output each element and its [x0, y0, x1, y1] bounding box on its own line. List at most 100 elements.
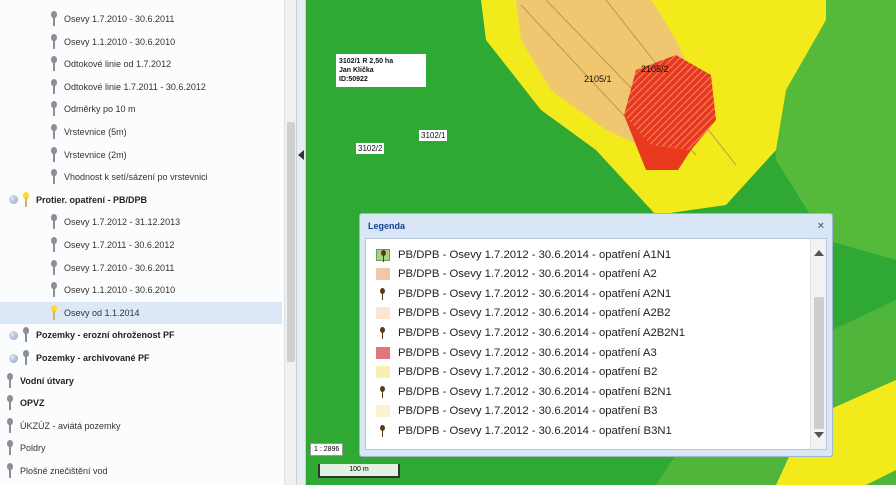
layer-pin-icon[interactable] [6, 463, 14, 479]
tree-item[interactable]: ÚKZÚZ - aviátá pozemky [0, 415, 282, 437]
legend-item-label: PB/DPB - Osevy 1.7.2012 - 30.6.2014 - op… [398, 366, 658, 379]
legend-header[interactable]: Legenda × [360, 214, 832, 238]
parcel-label-3102-1: 3102/1 [419, 130, 448, 141]
parcel-label-2105-2: 2105/2 [641, 64, 669, 74]
layer-pin-icon[interactable] [50, 124, 58, 140]
tree-item[interactable]: Pozemky - archivované PF [0, 347, 282, 369]
expand-icon[interactable] [9, 330, 18, 340]
layer-pin-icon[interactable] [50, 101, 58, 117]
layer-tree-panel: Osevy 1.7.2010 - 30.6.2011 Osevy 1.1.2010… [0, 0, 296, 485]
layer-pin-icon[interactable] [50, 237, 58, 253]
tree-item-label: ÚKZÚZ - aviátá pozemky [20, 420, 121, 431]
legend-item-label: PB/DPB - Osevy 1.7.2012 - 30.6.2014 - op… [398, 287, 672, 300]
tree-item[interactable]: Vodní útvary [0, 370, 282, 392]
legend-item: PB/DPB - Osevy 1.7.2012 - 30.6.2014 - op… [376, 402, 657, 421]
expand-icon[interactable] [9, 195, 18, 205]
legend-item-label: PB/DPB - Osevy 1.7.2012 - 30.6.2014 - op… [398, 346, 657, 359]
pin-icon [376, 248, 390, 262]
layer-pin-icon[interactable] [50, 259, 58, 276]
tree-item-label: Osevy 1.7.2010 - 30.6.2011 [64, 14, 175, 24]
legend-item-label: PB/DPB - Osevy 1.7.2012 - 30.6.2014 - op… [398, 268, 657, 281]
legend-scrollbar-thumb[interactable] [814, 297, 824, 429]
tree-item[interactable]: Vrstevnice (2m) [0, 144, 282, 166]
layer-pin-icon[interactable] [50, 11, 58, 27]
layer-tree-scrollbar[interactable] [284, 0, 296, 485]
layer-pin-icon[interactable] [22, 350, 30, 366]
legend-title: Legenda [368, 221, 406, 231]
tree-item-label: Odměrky po 10 m [64, 104, 136, 115]
tree-item-label: Osevy 1.1.2010 - 30.6.2010 [64, 285, 176, 296]
layer-pin-icon[interactable] [6, 440, 14, 456]
parcel-info-line: 3102/1 R 2,50 ha [339, 58, 394, 65]
tree-item-label: Odtokové linie od 1.7.2012 [64, 59, 172, 70]
layer-pin-icon[interactable] [50, 304, 58, 321]
tree-item-label: Pozemky - archivované PF [36, 353, 150, 363]
scroll-down-icon[interactable] [814, 432, 824, 438]
tree-item[interactable]: Vrstevnice (5m) [0, 121, 282, 143]
legend-item: PB/DPB - Osevy 1.7.2012 - 30.6.2014 - op… [376, 323, 685, 342]
tree-item[interactable]: OPVZ [0, 392, 282, 414]
layer-pin-icon[interactable] [6, 372, 14, 389]
layer-pin-icon[interactable] [50, 169, 58, 185]
legend-item-label: PB/DPB - Osevy 1.7.2012 - 30.6.2014 - op… [398, 385, 672, 398]
legend-item: PB/DPB - Osevy 1.7.2012 - 30.6.2014 - op… [376, 421, 672, 440]
tree-item[interactable]: Odtokové linie od 1.7.2012 [0, 53, 282, 75]
legend-scrollbar[interactable] [810, 239, 826, 449]
pin-icon [376, 424, 390, 437]
layer-pin-icon[interactable] [6, 417, 14, 434]
tree-item-label: Osevy 1.7.2010 - 30.6.2011 [64, 262, 175, 273]
legend-item: PB/DPB - Osevy 1.7.2012 - 30.6.2014 - op… [376, 382, 672, 401]
legend-item: PB/DPB - Osevy 1.7.2012 - 30.6.2014 - op… [376, 284, 671, 303]
tree-item[interactable]: Osevy 1.7.2012 - 31.12.2013 [0, 211, 282, 233]
legend-item-label: PB/DPB - Osevy 1.7.2012 - 30.6.2014 - op… [398, 326, 685, 339]
tree-item[interactable]: Osevy 1.7.2010 - 30.6.2011 [0, 257, 282, 279]
pin-icon [376, 326, 390, 339]
legend-item-label: PB/DPB - Osevy 1.7.2012 - 30.6.2014 - op… [398, 424, 672, 437]
parcel-info-line: ID:50922 [339, 76, 368, 83]
legend-swatch [376, 346, 390, 359]
tree-item-label: Poldry [20, 443, 46, 454]
scroll-up-icon[interactable] [814, 250, 824, 256]
tree-item-label: Osevy 1.7.2011 - 30.6.2012 [64, 240, 175, 250]
legend-swatch [376, 307, 390, 320]
tree-item[interactable]: Poldry [0, 437, 282, 459]
tree-item[interactable]: Odtokové linie 1.7.2011 - 30.6.2012 [0, 76, 282, 98]
tree-item[interactable]: Pozemky - erozní ohroženost PF [0, 324, 282, 346]
tree-item-label: Vrstevnice (5m) [64, 127, 127, 137]
tree-item-label: OPVZ [20, 398, 45, 409]
tree-item[interactable]: Protier. opatření - PB/DPB [0, 189, 282, 211]
tree-item[interactable]: Osevy 1.1.2010 - 30.6.2010 [0, 31, 282, 53]
legend-swatch [376, 268, 390, 281]
expand-icon[interactable] [9, 353, 18, 363]
layer-pin-icon[interactable] [50, 282, 58, 298]
close-icon[interactable]: × [818, 220, 824, 232]
scale-bar: 100 m [318, 464, 400, 478]
legend-swatch [376, 366, 390, 379]
tree-item[interactable]: Plošné znečištění vod [0, 460, 282, 482]
layer-pin-icon[interactable] [22, 327, 30, 343]
layer-pin-icon[interactable] [50, 146, 58, 163]
tree-item[interactable]: Vhodnost k setí/sázení po vrstevnici [0, 166, 282, 188]
tree-item[interactable]: Osevy 1.1.2010 - 30.6.2010 [0, 279, 282, 301]
collapse-panel-icon[interactable] [298, 150, 304, 160]
legend-window[interactable]: Legenda × PB/DPB - Osevy 1.7.2012 - 30.6… [359, 213, 833, 457]
tree-item[interactable]: Odměrky po 10 m [0, 98, 282, 120]
pin-icon [376, 385, 390, 398]
pin-icon [376, 287, 390, 300]
tree-item[interactable]: Osevy 1.7.2010 - 30.6.2011 [0, 8, 282, 30]
panel-splitter[interactable] [296, 0, 306, 485]
layer-pin-icon[interactable] [50, 33, 58, 50]
tree-item-label: Odtokové linie 1.7.2011 - 30.6.2012 [64, 81, 206, 92]
tree-item[interactable]: Osevy 1.7.2011 - 30.6.2012 [0, 234, 282, 256]
layer-pin-icon[interactable] [50, 56, 58, 72]
legend-list[interactable]: PB/DPB - Osevy 1.7.2012 - 30.6.2014 - op… [365, 238, 827, 450]
layer-pin-icon[interactable] [50, 78, 58, 95]
tree-item[interactable]: Osevy od 1.1.2014 [0, 301, 282, 324]
tree-item-label: Plošné znečištění vod [20, 466, 108, 476]
layer-pin-icon[interactable] [22, 191, 30, 208]
tree-item-label: Pozemky - erozní ohroženost PF [36, 330, 175, 341]
legend-item-label: PB/DPB - Osevy 1.7.2012 - 30.6.2014 - op… [398, 248, 672, 261]
layer-pin-icon[interactable] [50, 214, 58, 230]
layer-pin-icon[interactable] [6, 395, 14, 411]
layer-tree-scrollbar-thumb[interactable] [287, 122, 295, 362]
